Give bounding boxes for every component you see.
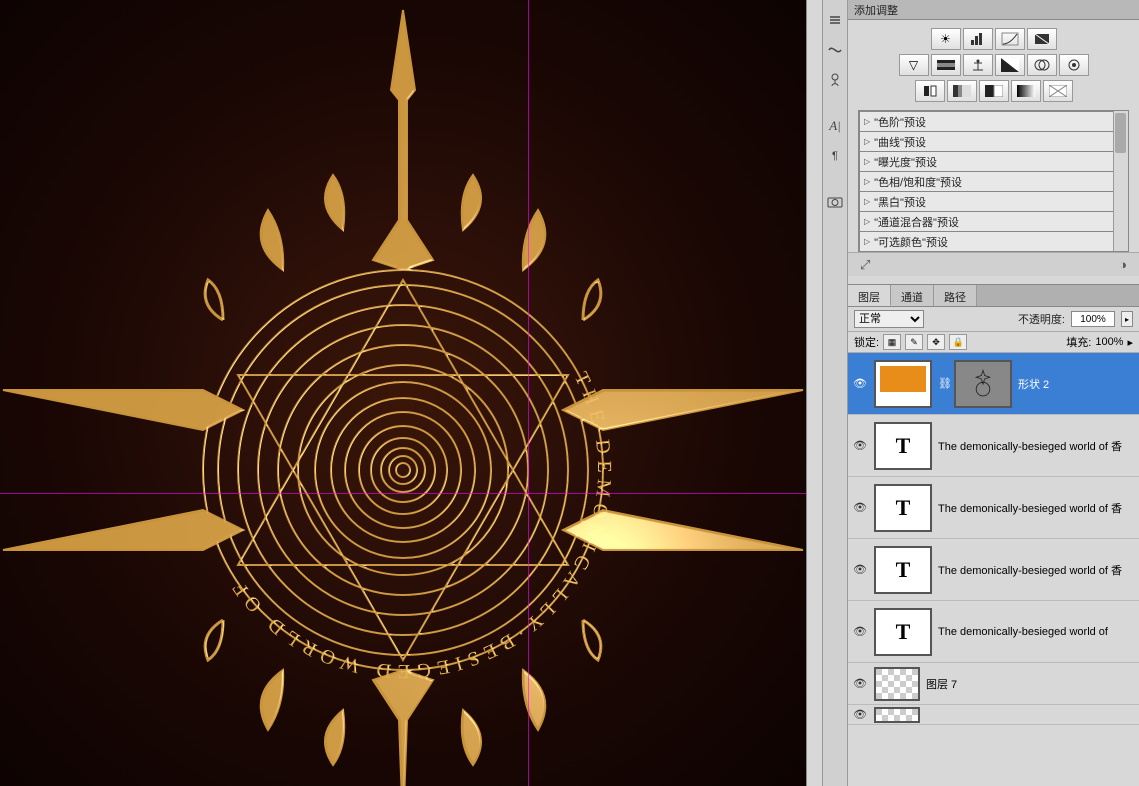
lock-pixels-icon[interactable]: ✎ <box>905 334 923 350</box>
adj-posterize-icon[interactable] <box>947 80 977 102</box>
lock-all-icon[interactable]: 🔒 <box>949 334 967 350</box>
lock-position-icon[interactable]: ✥ <box>927 334 945 350</box>
layer-thumb-fill[interactable] <box>874 360 932 408</box>
visibility-icon[interactable]: 👁 <box>852 562 868 578</box>
ruler-vertical <box>806 0 822 786</box>
layer-text-2[interactable]: 👁 T The demonically-besieged world of 香 <box>848 477 1139 539</box>
preset-exposure[interactable]: ▷"曝光度"预设 <box>859 151 1128 171</box>
preset-hue[interactable]: ▷"色相/饱和度"预设 <box>859 171 1128 191</box>
panel-icon-3[interactable] <box>824 68 846 92</box>
panel-icon-2[interactable] <box>824 38 846 62</box>
visibility-icon[interactable]: 👁 <box>852 376 868 392</box>
adj-footer-clip-icon[interactable]: ◑ <box>1119 257 1127 272</box>
raster-layer-thumb[interactable] <box>874 707 920 723</box>
adj-curves-icon[interactable] <box>995 28 1025 50</box>
layer-name[interactable]: The demonically-besieged world of <box>938 626 1135 638</box>
text-layer-thumb[interactable]: T <box>874 546 932 594</box>
panel-icon-1[interactable] <box>824 8 846 32</box>
visibility-icon[interactable]: 👁 <box>852 707 868 723</box>
guide-vertical[interactable] <box>528 0 529 786</box>
visibility-icon[interactable]: 👁 <box>852 676 868 692</box>
adj-invert-icon[interactable] <box>915 80 945 102</box>
panel-tabs: 图层 通道 路径 <box>848 285 1139 307</box>
link-icon: ⛓ <box>938 377 948 390</box>
preset-levels[interactable]: ▷"色阶"预设 <box>859 111 1128 131</box>
paragraph-panel-icon[interactable]: ¶ <box>824 144 846 168</box>
layer-row-partial[interactable]: 👁 <box>848 705 1139 725</box>
layers-list: 👁 ⛓ 形状 2 👁 T The demonically-besieged wo… <box>848 353 1139 786</box>
visibility-icon[interactable]: 👁 <box>852 500 868 516</box>
adjustments-panel: ☀ ▽ ▷"色阶"预设 ▷"曲线"预设 ▷"曝光度"预设 ▷"色相/ <box>848 20 1139 285</box>
visibility-icon[interactable]: 👁 <box>852 438 868 454</box>
layer-shape-2[interactable]: 👁 ⛓ 形状 2 <box>848 353 1139 415</box>
preset-bw[interactable]: ▷"黑白"预设 <box>859 191 1128 211</box>
layer-name[interactable]: The demonically-besieged world of 香 <box>938 500 1135 516</box>
layer-thumb-vector-mask[interactable] <box>954 360 1012 408</box>
camera-icon[interactable] <box>824 190 846 214</box>
adj-bw-icon[interactable] <box>995 54 1025 76</box>
adj-exposure-icon[interactable] <box>1027 28 1057 50</box>
adj-hue-icon[interactable] <box>931 54 961 76</box>
text-layer-thumb[interactable]: T <box>874 484 932 532</box>
character-panel-icon[interactable]: A| <box>824 114 846 138</box>
fill-spinner[interactable]: ▸ <box>1127 336 1133 349</box>
adj-gradient-map-icon[interactable] <box>1011 80 1041 102</box>
preset-scrollbar[interactable] <box>1113 111 1128 251</box>
visibility-icon[interactable]: 👁 <box>852 624 868 640</box>
preset-selective-color[interactable]: ▷"可选颜色"预设 <box>859 231 1128 251</box>
tab-layers[interactable]: 图层 <box>848 285 891 306</box>
preset-curves[interactable]: ▷"曲线"预设 <box>859 131 1128 151</box>
adj-footer-expand-icon[interactable]: ⤢ <box>860 257 870 273</box>
adj-threshold-icon[interactable] <box>979 80 1009 102</box>
layer-text-3[interactable]: 👁 T The demonically-besieged world of 香 <box>848 539 1139 601</box>
layer-text-1[interactable]: 👁 T The demonically-besieged world of 香 <box>848 415 1139 477</box>
collapsed-panel-dock: A| ¶ <box>822 0 848 786</box>
tab-channels[interactable]: 通道 <box>891 285 934 306</box>
raster-layer-thumb[interactable] <box>874 667 920 701</box>
layer-name[interactable]: 图层 7 <box>926 676 1135 692</box>
preset-channel-mixer[interactable]: ▷"通道混合器"预设 <box>859 211 1128 231</box>
layer-name[interactable]: 形状 2 <box>1018 376 1135 392</box>
text-layer-thumb[interactable]: T <box>874 608 932 656</box>
blend-mode-select[interactable]: 正常 <box>854 310 924 328</box>
right-panel-stack: 添加调整 ☀ ▽ ▷"色阶"预设 ▷"曲线"预设 ▷"曝 <box>848 0 1139 786</box>
tab-paths[interactable]: 路径 <box>934 285 977 306</box>
adj-selective-color-icon[interactable] <box>1043 80 1073 102</box>
fill-label: 填充: <box>1066 334 1091 350</box>
lock-label: 锁定: <box>854 334 879 350</box>
opacity-spinner[interactable]: ▸ <box>1121 311 1133 327</box>
opacity-value[interactable]: 100% <box>1071 311 1115 327</box>
text-layer-thumb[interactable]: T <box>874 422 932 470</box>
adj-levels-icon[interactable] <box>963 28 993 50</box>
adj-photo-filter-icon[interactable] <box>1027 54 1057 76</box>
layer-name[interactable]: The demonically-besieged world of 香 <box>938 438 1135 454</box>
guide-horizontal[interactable] <box>0 493 806 494</box>
adj-channel-mixer-icon[interactable] <box>1059 54 1089 76</box>
adj-brightness-icon[interactable]: ☀ <box>931 28 961 50</box>
fill-value[interactable]: 100% <box>1095 336 1123 348</box>
lock-transparency-icon[interactable]: ▦ <box>883 334 901 350</box>
adj-color-balance-icon[interactable] <box>963 54 993 76</box>
artwork-ornament: THE DEMONICALLY·BESIEGED WORLD OF <box>0 0 806 786</box>
adj-vibrance-icon[interactable]: ▽ <box>899 54 929 76</box>
opacity-label: 不透明度: <box>1018 311 1065 327</box>
adjustments-panel-header[interactable]: 添加调整 <box>848 0 1139 20</box>
layer-raster-7[interactable]: 👁 图层 7 <box>848 663 1139 705</box>
layer-text-4[interactable]: 👁 T The demonically-besieged world of <box>848 601 1139 663</box>
canvas-viewport[interactable]: THE DEMONICALLY·BESIEGED WORLD OF <box>0 0 806 786</box>
layer-name[interactable]: The demonically-besieged world of 香 <box>938 562 1135 578</box>
